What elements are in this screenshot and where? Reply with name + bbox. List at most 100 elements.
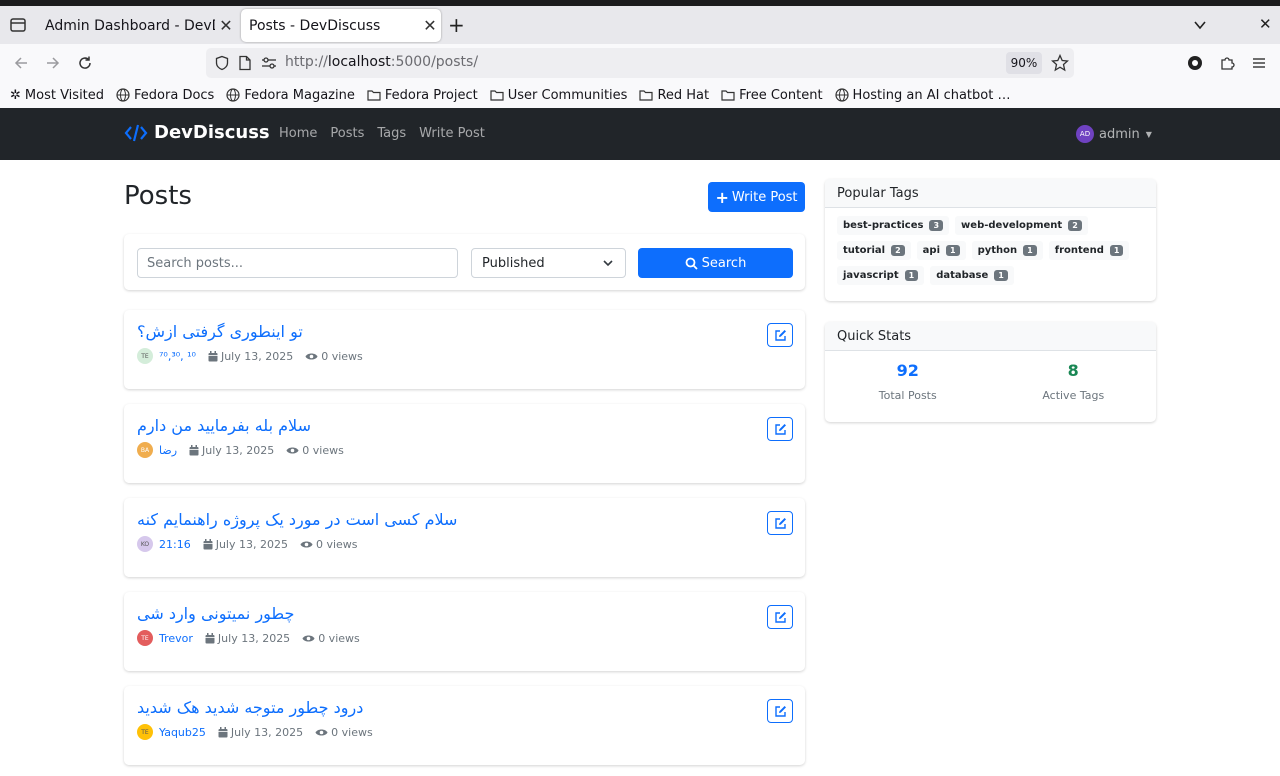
post-title[interactable]: سلام بله بفرمایید من دارم <box>137 416 311 435</box>
window-close-icon[interactable]: ✕ <box>1259 15 1272 33</box>
edit-post-button[interactable] <box>767 699 793 723</box>
chevron-down-icon[interactable] <box>1193 18 1207 36</box>
tag-pill[interactable]: frontend 1 <box>1048 241 1130 260</box>
new-tab-plus-icon[interactable]: + <box>448 15 465 35</box>
post-date: July 13, 2025 <box>205 632 290 645</box>
close-icon[interactable]: ✕ <box>215 16 237 35</box>
extension-circle-icon[interactable] <box>1184 52 1206 74</box>
tag-pill[interactable]: web-development 2 <box>955 216 1088 235</box>
browser-tab-bar: Admin Dashboard - DevDiscuss ✕ Posts - D… <box>0 6 1280 44</box>
browser-tab-admin-dashboard[interactable]: Admin Dashboard - DevDiscuss ✕ <box>37 9 237 42</box>
tag-pill[interactable]: python 1 <box>971 241 1043 260</box>
bookmark-star-icon[interactable] <box>1051 54 1069 72</box>
globe-icon <box>116 88 130 102</box>
bookmark-fedora-docs[interactable]: Fedora Docs <box>116 88 214 103</box>
post-title[interactable]: درود چطور متوجه شدید هک شدید <box>137 698 363 717</box>
edit-icon <box>774 517 786 529</box>
permissions-icon[interactable] <box>261 56 277 70</box>
brand-name: DevDiscuss <box>154 122 270 143</box>
nav-link-posts[interactable]: Posts <box>330 126 364 141</box>
avatar: TE <box>137 630 153 646</box>
active-tags-value: 8 <box>1067 361 1079 380</box>
stat-active-tags: 8 Active Tags <box>991 361 1157 402</box>
globe-icon <box>226 88 240 102</box>
tag-count-badge: 2 <box>891 245 905 256</box>
folder-icon <box>367 90 381 101</box>
bookmark-fedora-magazine[interactable]: Fedora Magazine <box>226 88 355 103</box>
post-meta: BA رضا July 13, 2025 0 views <box>137 442 356 458</box>
shield-icon[interactable] <box>214 55 230 71</box>
extensions-puzzle-icon[interactable] <box>1216 52 1238 74</box>
post-author[interactable]: 21:16 <box>159 538 191 551</box>
user-dropdown[interactable]: AD admin ▼ <box>1076 125 1152 143</box>
edit-post-button[interactable] <box>767 511 793 535</box>
tag-pill[interactable]: best-practices 3 <box>837 216 950 235</box>
browser-tab-posts[interactable]: Posts - DevDiscuss ✕ <box>241 9 441 42</box>
nav-link-tags[interactable]: Tags <box>377 126 406 141</box>
search-button[interactable]: Search <box>638 248 793 278</box>
bookmark-label: User Communities <box>507 87 628 103</box>
post-title[interactable]: چطور نمیتونی وارد شی <box>137 604 294 623</box>
bookmark-label: Fedora Docs <box>134 87 215 103</box>
post-title[interactable]: تو اینطوری گرفتی ازش؟ <box>137 322 303 341</box>
post-card: سلام بله بفرمایید من دارم BA رضا July 13… <box>124 404 805 483</box>
status-select[interactable]: Published <box>471 248 626 278</box>
search-placeholder: Search posts... <box>147 255 244 271</box>
hamburger-menu-icon[interactable] <box>1248 52 1270 74</box>
post-author[interactable]: Yaqub25 <box>159 726 206 739</box>
eye-icon <box>300 541 313 547</box>
tag-name: api <box>922 245 941 256</box>
bookmarks-bar: ✲ Most Visited Fedora Docs Fedora Magazi… <box>0 82 1280 108</box>
close-icon[interactable]: ✕ <box>419 16 441 35</box>
bookmark-free-content[interactable]: Free Content <box>721 88 823 103</box>
bookmark-red-hat[interactable]: Red Hat <box>639 88 709 103</box>
reload-icon[interactable] <box>74 52 96 74</box>
tag-count-badge: 1 <box>1023 245 1037 256</box>
post-card: تو اینطوری گرفتی ازش؟ TE ⁷⁰,³⁰, ¹⁰ July … <box>124 310 805 389</box>
search-button-label: Search <box>701 255 747 271</box>
edit-post-button[interactable] <box>767 417 793 441</box>
bookmark-user-communities[interactable]: User Communities <box>490 87 628 103</box>
tag-name: database <box>936 270 989 281</box>
tag-pill[interactable]: database 1 <box>930 266 1014 285</box>
zoom-level[interactable]: 90% <box>1006 52 1042 74</box>
total-posts-value: 92 <box>896 361 919 380</box>
post-author[interactable]: ⁷⁰,³⁰, ¹⁰ <box>159 350 196 363</box>
post-date-text: July 13, 2025 <box>217 631 291 645</box>
tag-name: web-development <box>961 220 1063 231</box>
tag-pill[interactable]: tutorial 2 <box>837 241 911 260</box>
popular-tags-card: Popular Tags best-practices 3 web-developm… <box>825 179 1156 301</box>
post-date: July 13, 2025 <box>203 538 288 551</box>
url-text[interactable]: http://localhost:5000/posts/ <box>285 54 478 70</box>
edit-post-button[interactable] <box>767 605 793 629</box>
tag-pill[interactable]: api 1 <box>916 241 966 260</box>
tag-pill[interactable]: javascript 1 <box>837 266 925 285</box>
nav-link-write-post[interactable]: Write Post <box>419 126 485 141</box>
tag-count-badge: 1 <box>946 245 960 256</box>
tag-count-badge: 2 <box>1068 220 1082 231</box>
edit-post-button[interactable] <box>767 323 793 347</box>
page-icon[interactable] <box>238 55 252 71</box>
nav-link-home[interactable]: Home <box>279 126 317 141</box>
brand-link[interactable]: DevDiscuss <box>124 122 270 143</box>
tab-list-icon[interactable] <box>8 15 28 35</box>
post-title[interactable]: سلام کسی است در مورد یک پروژه راهنمایم ک… <box>137 510 457 529</box>
bookmark-hosting-ai-chatbot[interactable]: Hosting an AI chatbot … <box>834 88 1010 103</box>
quick-stats-card: Quick Stats 92 Total Posts 8 Active Tags <box>825 322 1156 422</box>
write-post-button[interactable]: + Write Post <box>708 182 805 212</box>
avatar: KO <box>137 536 153 552</box>
tag-name: best-practices <box>843 220 924 231</box>
back-arrow-icon[interactable] <box>10 52 32 74</box>
url-bar[interactable]: http://localhost:5000/posts/ 90% <box>206 48 1074 78</box>
post-author[interactable]: Trevor <box>159 632 193 645</box>
folder-icon <box>721 90 735 101</box>
search-input[interactable]: Search posts... <box>137 248 458 278</box>
tab-title: Posts - DevDiscuss <box>249 17 381 34</box>
filter-card: Search posts... Published Search <box>124 234 805 290</box>
write-post-label: Write Post <box>731 189 798 205</box>
forward-arrow-icon[interactable] <box>42 52 64 74</box>
bookmark-fedora-project[interactable]: Fedora Project <box>367 88 478 103</box>
avatar: TE <box>137 348 153 364</box>
post-author[interactable]: رضا <box>159 444 177 457</box>
bookmark-most-visited[interactable]: ✲ Most Visited <box>10 88 104 103</box>
